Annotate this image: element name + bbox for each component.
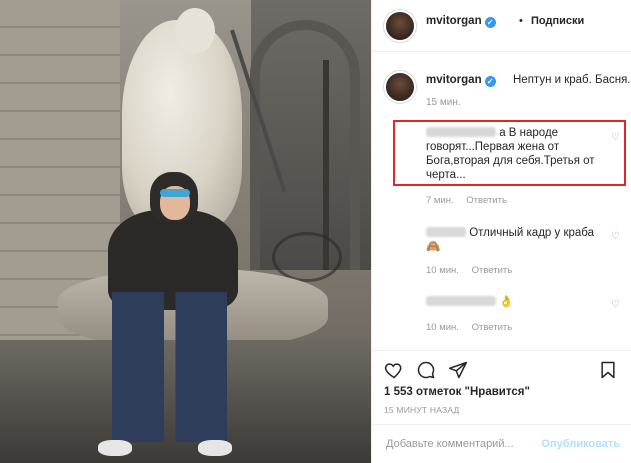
post-photo[interactable]: [0, 0, 371, 463]
comment-username-blurred[interactable]: [426, 227, 466, 237]
separator-dot: •: [519, 15, 523, 27]
posted-time[interactable]: 15 МИНУТ НАЗАД: [384, 405, 459, 415]
comment-username-blurred[interactable]: [426, 296, 496, 306]
verified-badge-icon: ✓: [484, 76, 496, 87]
man-jeans: [112, 292, 227, 442]
right-shoe: [198, 440, 232, 456]
comment-time[interactable]: 10 мин.: [426, 322, 459, 333]
caption-avatar[interactable]: [384, 71, 416, 103]
comment-item: Отличный кадр у краба🙈: [426, 226, 606, 254]
like-heart-icon[interactable]: [384, 360, 404, 380]
following-button[interactable]: Подписки: [531, 15, 584, 27]
comment-username-blurred[interactable]: [426, 127, 496, 137]
publish-button[interactable]: Опубликовать: [541, 438, 620, 450]
reply-button[interactable]: Ответить: [472, 322, 513, 333]
save-bookmark-icon[interactable]: [598, 360, 618, 380]
caption-time[interactable]: 15 мин.: [426, 97, 461, 108]
comment-time[interactable]: 7 мин.: [426, 195, 454, 206]
reply-button[interactable]: Ответить: [472, 265, 513, 276]
comment-like-heart-icon[interactable]: ♡: [611, 300, 621, 310]
comment-text-rest: говорят...Первая жена от Бога,вторая для…: [426, 141, 595, 181]
post-actions: [372, 350, 631, 384]
author-avatar[interactable]: [384, 10, 416, 42]
caption-username[interactable]: mvitorgan ✓: [426, 74, 496, 87]
share-plane-icon[interactable]: [448, 360, 468, 380]
comment-item: 👌: [426, 295, 606, 309]
comment-meta: 10 мин. Ответить: [426, 265, 522, 276]
reply-button[interactable]: Ответить: [466, 195, 507, 206]
comment-like-heart-icon[interactable]: ♡: [611, 133, 621, 143]
comment-bubble-icon[interactable]: [416, 360, 436, 380]
comment-like-heart-icon[interactable]: ♡: [611, 232, 621, 242]
caption-text: Нептун и краб. Басня.: [513, 74, 631, 86]
comment-input[interactable]: Добавьте комментарий...: [386, 438, 514, 450]
statue-head: [175, 8, 215, 54]
bicycle: [272, 232, 342, 282]
likes-count[interactable]: 1 553 отметок "Нравится": [384, 386, 530, 398]
verified-badge-icon: ✓: [484, 17, 496, 28]
comment-text: 👌: [499, 296, 514, 308]
post-header: mvitorgan ✓ • Подписки: [372, 0, 631, 52]
comment-text-line1: а В народе: [499, 127, 559, 139]
comment-meta: 7 мин. Ответить: [426, 195, 517, 206]
post-sidebar: mvitorgan ✓ • Подписки mvitorgan ✓ Нептун …: [371, 0, 631, 463]
comment-item: а В народе говорят...Первая жена от Бога…: [426, 126, 606, 182]
left-shoe: [98, 440, 132, 456]
comment-meta: 10 мин. Ответить: [426, 322, 522, 333]
author-username[interactable]: mvitorgan ✓: [426, 15, 496, 28]
sunglasses: [160, 189, 190, 197]
add-comment-bar: Добавьте комментарий... Опубликовать: [372, 424, 631, 463]
comment-time[interactable]: 10 мин.: [426, 265, 459, 276]
